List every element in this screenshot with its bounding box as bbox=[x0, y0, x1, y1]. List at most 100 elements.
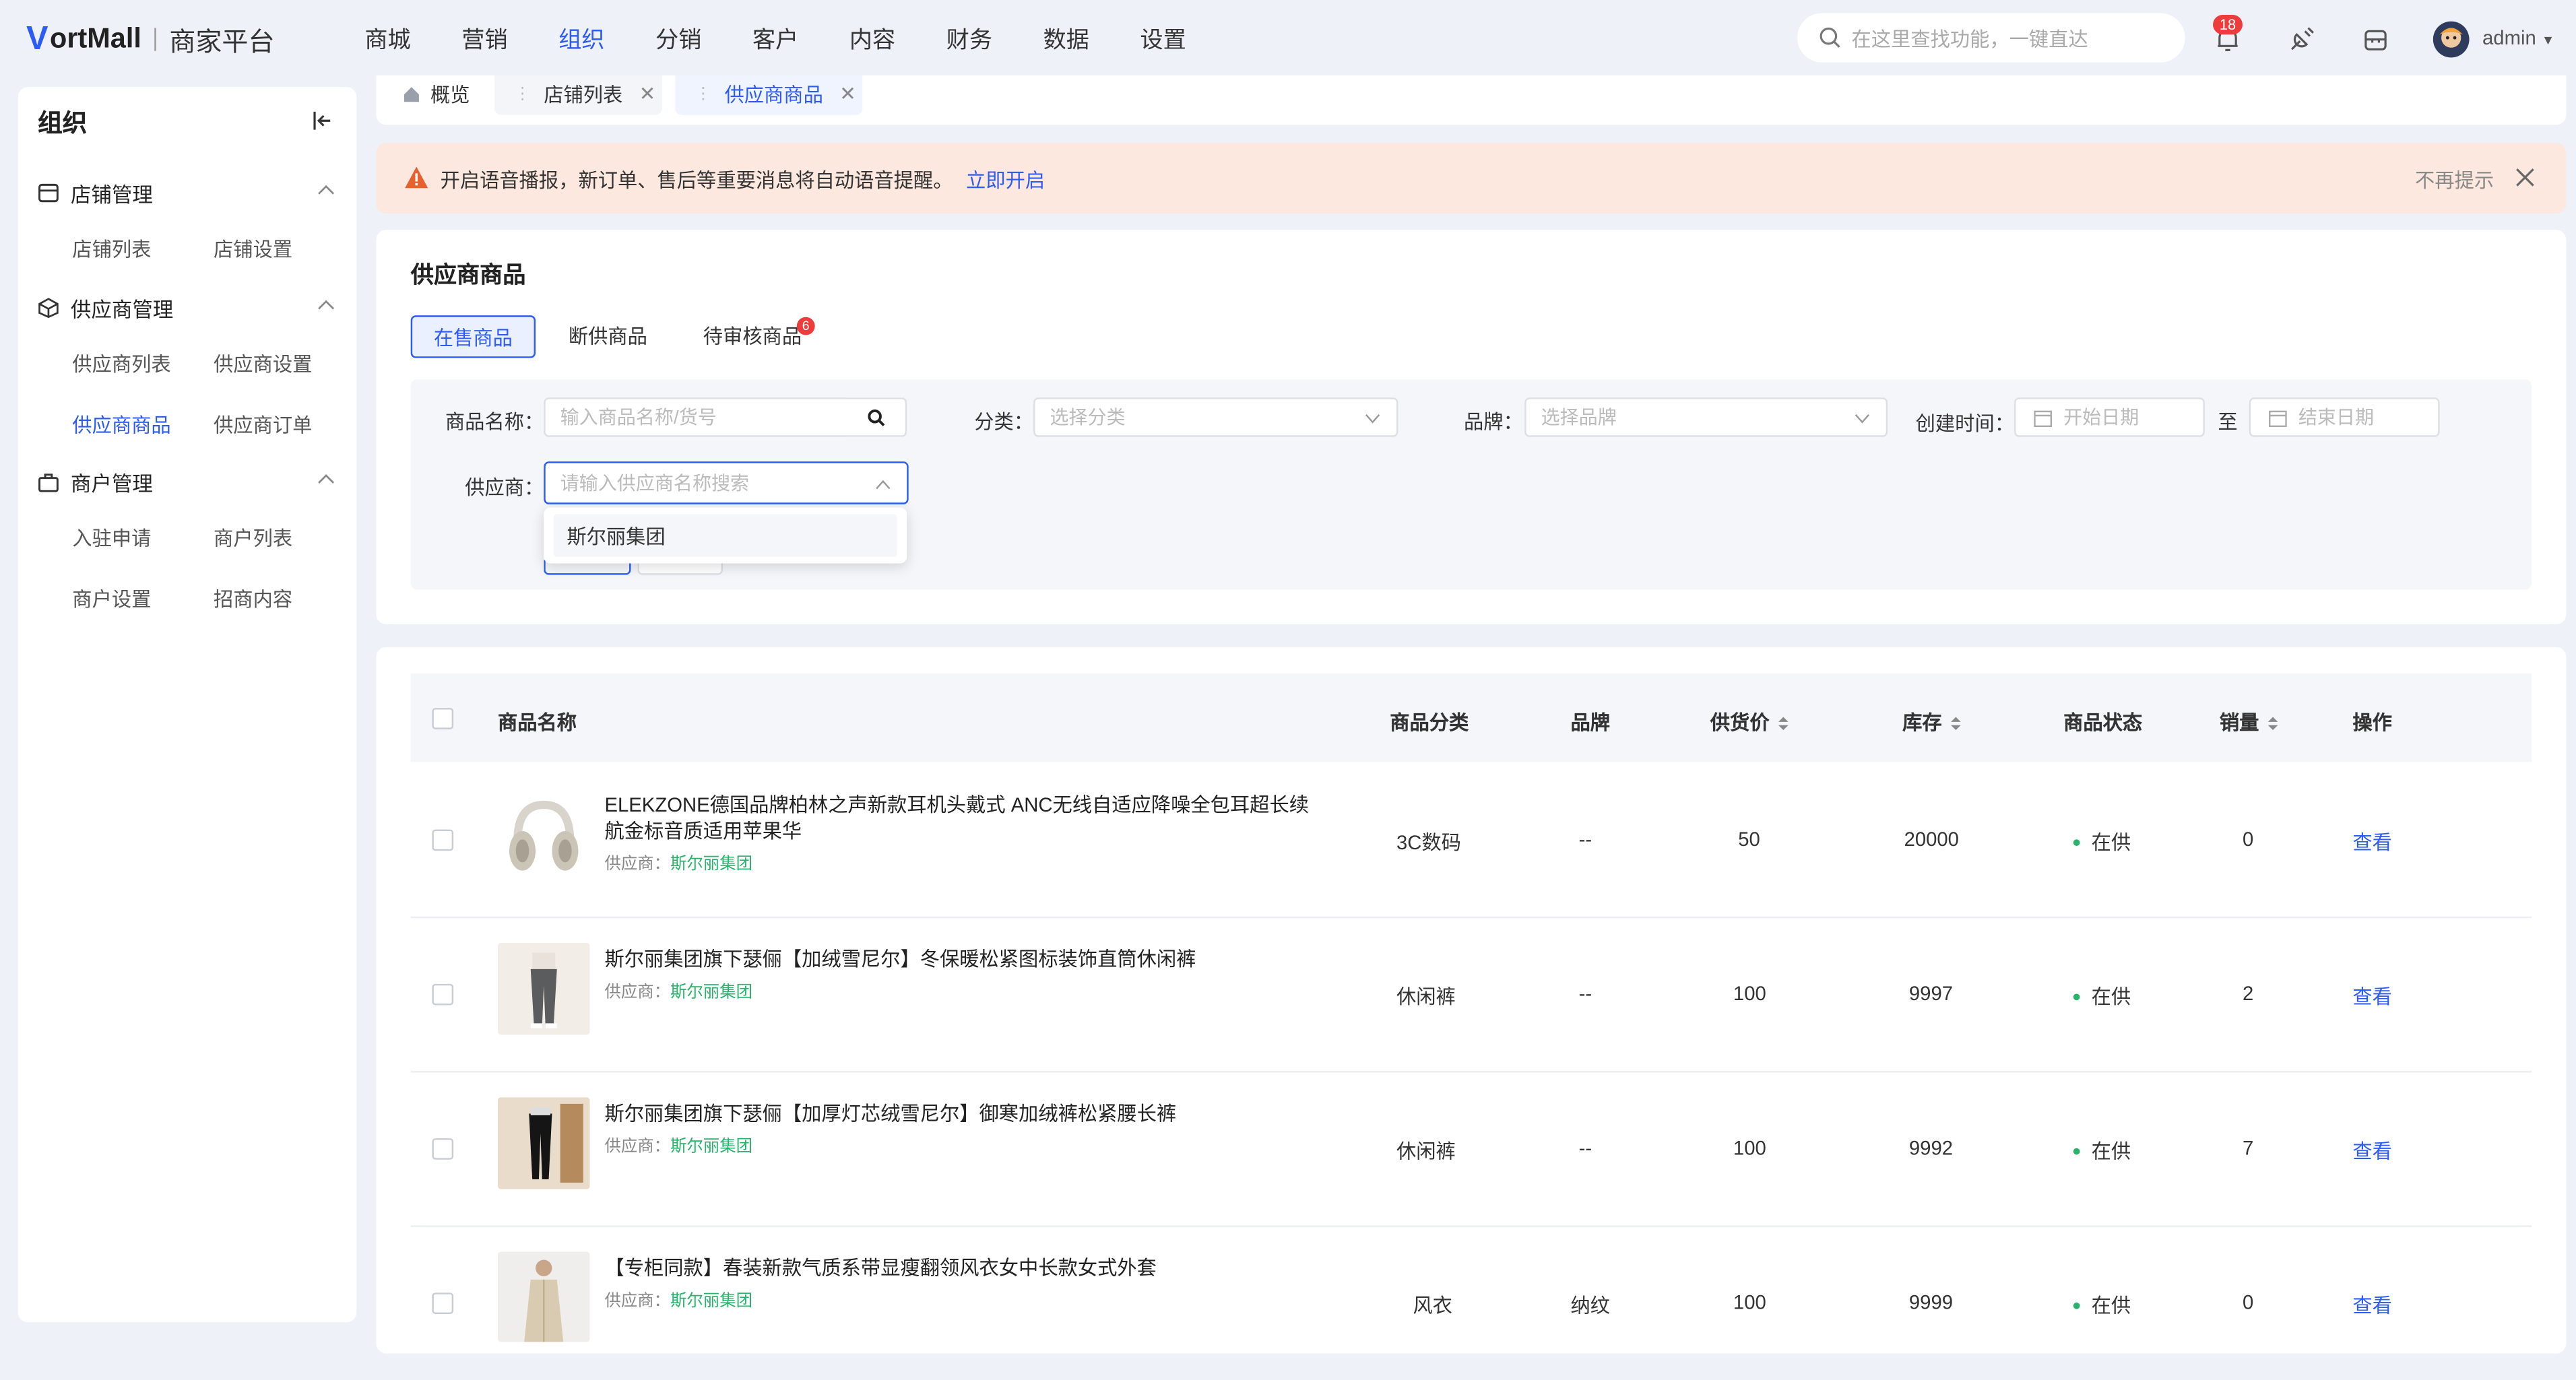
row-checkbox[interactable] bbox=[432, 983, 454, 1006]
view-link[interactable]: 查看 bbox=[2352, 982, 2392, 1010]
chevron-down-icon bbox=[1365, 414, 1380, 424]
status-dot bbox=[2073, 1147, 2080, 1154]
nav-settings[interactable]: 设置 bbox=[1140, 23, 1237, 56]
sidebar-item-applications[interactable]: 入驻申请 bbox=[72, 524, 151, 552]
sidebar-item-recruit-content[interactable]: 招商内容 bbox=[214, 585, 292, 612]
sidebar-item-supplier-products[interactable]: 供应商商品 bbox=[72, 411, 170, 438]
view-link[interactable]: 查看 bbox=[2352, 828, 2392, 855]
search-placeholder: 在这里查找功能，一键直达 bbox=[1851, 27, 2088, 51]
platform-name: 商家平台 bbox=[169, 29, 275, 58]
headphones-image bbox=[497, 788, 590, 881]
col-stock[interactable]: 库存 bbox=[1902, 708, 1962, 735]
start-date-input[interactable]: 开始日期 bbox=[2014, 397, 2205, 437]
category-select[interactable]: 选择分类 bbox=[1033, 397, 1398, 437]
tab-shop-list[interactable]: ⋮ 店铺列表 ✕ bbox=[514, 75, 655, 112]
sidebar-item-shop-settings[interactable]: 店铺设置 bbox=[214, 235, 292, 263]
col-label: 销量 bbox=[2219, 711, 2259, 735]
store-icon[interactable] bbox=[2361, 25, 2391, 55]
row-checkbox[interactable] bbox=[432, 1292, 454, 1315]
row-checkbox[interactable] bbox=[432, 1138, 454, 1160]
calendar-icon bbox=[2268, 409, 2287, 426]
brand-select[interactable]: 选择品牌 bbox=[1524, 397, 1888, 437]
col-category: 商品分类 bbox=[1390, 711, 1469, 735]
drag-handle-icon[interactable]: ⋮ bbox=[514, 85, 530, 103]
avatar[interactable] bbox=[2433, 21, 2470, 58]
table-row: ELEKZONE德国品牌柏林之声新款耳机头戴式 ANC无线自适应降噪全包耳超长续… bbox=[410, 762, 2532, 919]
nav-marketing[interactable]: 营销 bbox=[461, 23, 558, 56]
sidebar-group-label: 店铺管理 bbox=[70, 184, 153, 207]
tab-label: 店铺列表 bbox=[544, 83, 623, 106]
sidebar-item-supplier-settings[interactable]: 供应商设置 bbox=[214, 350, 312, 377]
cell-price: 100 bbox=[1733, 982, 1766, 1006]
nav-distribution[interactable]: 分销 bbox=[655, 23, 752, 56]
nav-mall[interactable]: 商城 bbox=[364, 23, 461, 56]
supplier-name[interactable]: 斯尔丽集团 bbox=[670, 856, 752, 874]
nav-finance[interactable]: 财务 bbox=[946, 23, 1043, 56]
select-all-checkbox[interactable] bbox=[432, 708, 454, 729]
chevron-up-icon[interactable] bbox=[317, 473, 335, 484]
tab-supplier-products[interactable]: ⋮ 供应商商品 ✕ bbox=[695, 75, 856, 112]
search-button[interactable] bbox=[844, 397, 907, 437]
voice-broadcast-icon[interactable] bbox=[2287, 25, 2317, 55]
product-name[interactable]: 【专柜同款】春装新款气质系带显瘦翻领风衣女中长款女式外套 bbox=[604, 1255, 1314, 1281]
sidebar-group-supplier[interactable]: 供应商管理 bbox=[38, 292, 173, 323]
sidebar-item-supplier-list[interactable]: 供应商列表 bbox=[72, 350, 170, 377]
search-icon bbox=[1820, 27, 1840, 48]
view-link[interactable]: 查看 bbox=[2352, 1137, 2392, 1164]
supplier-name[interactable]: 斯尔丽集团 bbox=[670, 1138, 752, 1156]
top-header: V ortMall 商家平台 商城 营销 组织 分销 客户 内容 财务 数据 设… bbox=[0, 0, 2576, 79]
sidebar-item-supplier-orders[interactable]: 供应商订单 bbox=[214, 411, 312, 438]
status-dot bbox=[2073, 1301, 2080, 1309]
product-thumbnail[interactable] bbox=[497, 942, 590, 1035]
product-supplier: 供应商：斯尔丽集团 bbox=[604, 849, 752, 874]
close-icon[interactable] bbox=[2515, 168, 2535, 187]
drag-handle-icon[interactable]: ⋮ bbox=[695, 85, 711, 103]
close-icon[interactable]: ✕ bbox=[639, 82, 656, 105]
nav-organization[interactable]: 组织 bbox=[558, 23, 655, 56]
product-name-input[interactable]: 输入商品名称/货号 bbox=[544, 397, 846, 437]
nav-customer[interactable]: 客户 bbox=[752, 23, 849, 56]
tab-overview[interactable]: 概览 bbox=[403, 75, 470, 112]
dont-show-again-link[interactable]: 不再提示 bbox=[2415, 166, 2494, 193]
black-pants-image bbox=[497, 1097, 590, 1189]
supplier-option[interactable]: 斯尔丽集团 bbox=[553, 514, 897, 557]
close-icon[interactable]: ✕ bbox=[839, 82, 856, 105]
sidebar-group-merchant[interactable]: 商户管理 bbox=[38, 467, 153, 498]
chevron-up-icon[interactable] bbox=[317, 299, 335, 310]
product-thumbnail[interactable] bbox=[497, 788, 590, 881]
nav-content[interactable]: 内容 bbox=[849, 23, 946, 56]
sidebar-item-shop-list[interactable]: 店铺列表 bbox=[72, 235, 151, 263]
product-name[interactable]: 斯尔丽集团旗下瑟俪【加绒雪尼尔】冬保暖松紧图标装饰直筒休闲裤 bbox=[604, 946, 1314, 973]
status-text: 在供 bbox=[2091, 1294, 2131, 1317]
product-thumbnail[interactable] bbox=[497, 1097, 590, 1189]
logo[interactable]: V ortMall 商家平台 bbox=[26, 20, 275, 58]
product-name[interactable]: ELEKZONE德国品牌柏林之声新款耳机头戴式 ANC无线自适应降噪全包耳超长续… bbox=[604, 792, 1314, 845]
col-sales[interactable]: 销量 bbox=[2220, 708, 2279, 735]
pants-image bbox=[497, 942, 590, 1035]
user-menu[interactable]: admin ▼ bbox=[2482, 26, 2554, 49]
tab-pending-review[interactable]: 待审核商品 bbox=[703, 315, 802, 355]
collapse-sidebar-icon[interactable] bbox=[312, 110, 333, 131]
end-date-input[interactable]: 结束日期 bbox=[2249, 397, 2440, 437]
product-thumbnail[interactable] bbox=[497, 1251, 590, 1342]
row-checkbox[interactable] bbox=[432, 829, 454, 851]
sidebar-group-shop[interactable]: 店铺管理 bbox=[38, 177, 153, 208]
sidebar-item-merchant-settings[interactable]: 商户设置 bbox=[72, 585, 151, 612]
col-status: 商品状态 bbox=[2063, 711, 2143, 735]
global-search-input[interactable]: 在这里查找功能，一键直达 bbox=[1797, 13, 2185, 63]
warning-icon bbox=[405, 166, 428, 189]
view-link[interactable]: 查看 bbox=[2352, 1291, 2392, 1319]
tab-on-sale[interactable]: 在售商品 bbox=[410, 315, 536, 358]
nav-data[interactable]: 数据 bbox=[1043, 23, 1140, 56]
chevron-up-icon[interactable] bbox=[317, 184, 335, 195]
supplier-search-input[interactable]: 请输入供应商名称搜索 bbox=[544, 461, 909, 504]
supplier-name[interactable]: 斯尔丽集团 bbox=[670, 984, 752, 1002]
enable-voice-link[interactable]: 立即开启 bbox=[966, 169, 1045, 192]
col-supply-price[interactable]: 供货价 bbox=[1710, 708, 1789, 735]
sidebar-item-merchant-list[interactable]: 商户列表 bbox=[214, 524, 292, 552]
product-name[interactable]: 斯尔丽集团旗下瑟俪【加厚灯芯绒雪尼尔】御寒加绒裤松紧腰长裤 bbox=[604, 1100, 1314, 1127]
supplier-label: 供应商： bbox=[465, 476, 544, 500]
tab-discontinued[interactable]: 断供商品 bbox=[569, 315, 647, 355]
supplier-name[interactable]: 斯尔丽集团 bbox=[670, 1292, 752, 1311]
main-nav: 商城 营销 组织 分销 客户 内容 财务 数据 设置 bbox=[364, 23, 1237, 56]
